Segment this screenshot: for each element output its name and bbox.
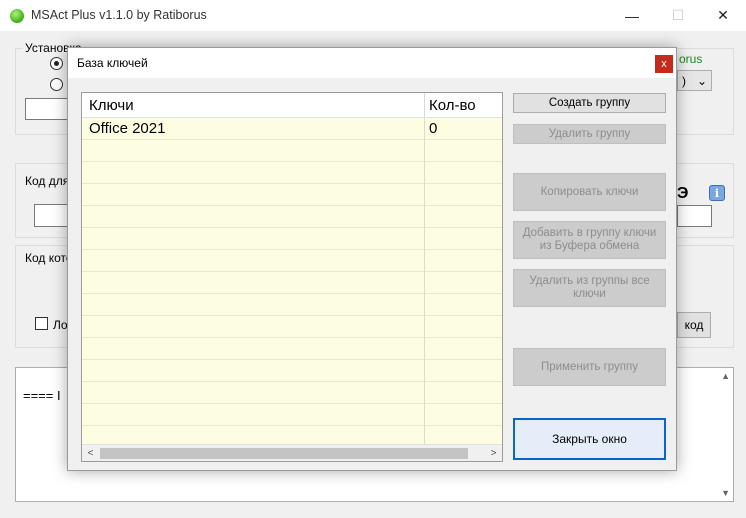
dialog-titlebar: База ключей x bbox=[68, 48, 676, 78]
scroll-left-icon[interactable]: < bbox=[82, 445, 99, 461]
table-row-key[interactable]: Office 2021 bbox=[89, 120, 165, 137]
app-title: MSAct Plus v1.1.0 by Ratiborus bbox=[31, 8, 207, 22]
ratiborus-link[interactable]: orus bbox=[679, 52, 702, 66]
right-input[interactable] bbox=[677, 205, 712, 227]
installation-id-input[interactable] bbox=[34, 204, 69, 227]
log-checkbox-label: Ло bbox=[53, 318, 68, 332]
grid-body: Office 2021 0 bbox=[82, 118, 502, 444]
dialog-close-button[interactable]: x bbox=[655, 55, 673, 73]
chevron-down-icon: ⌄ bbox=[696, 73, 707, 88]
scrollbar-thumb[interactable] bbox=[100, 448, 468, 459]
delete-group-button[interactable]: Удалить группу bbox=[513, 124, 666, 144]
key-database-dialog: База ключей x Ключи Кол-во Office 2021 0… bbox=[67, 47, 677, 471]
close-window-button[interactable]: Закрыть окно bbox=[513, 418, 666, 460]
column-separator bbox=[424, 118, 425, 444]
dialog-title: База ключей bbox=[77, 56, 148, 70]
bold-label-fragment: Э bbox=[677, 185, 689, 202]
get-code-button[interactable]: код bbox=[677, 312, 711, 338]
main-titlebar: MSAct Plus v1.1.0 by Ratiborus — ☐ ✕ bbox=[0, 0, 746, 31]
close-button[interactable]: ✕ bbox=[700, 0, 746, 31]
app-icon bbox=[10, 9, 24, 23]
radio-option-2[interactable] bbox=[50, 78, 63, 91]
column-header-keys[interactable]: Ключи bbox=[89, 97, 134, 114]
grid-header: Ключи Кол-во bbox=[82, 93, 502, 118]
code-for-group-label: Код для bbox=[23, 174, 72, 188]
radio-option-1[interactable] bbox=[50, 57, 63, 70]
apply-group-button[interactable]: Применить группу bbox=[513, 348, 666, 386]
scroll-up-icon[interactable]: ▲ bbox=[721, 371, 730, 381]
create-group-button[interactable]: Создать группу bbox=[513, 93, 666, 113]
maximize-button: ☐ bbox=[671, 7, 685, 23]
key-input[interactable] bbox=[25, 98, 70, 120]
column-separator[interactable] bbox=[424, 93, 425, 117]
get-code-button-label: код bbox=[684, 318, 704, 332]
delete-all-keys-button[interactable]: Удалить из группы все ключи bbox=[513, 269, 666, 307]
info-icon[interactable]: i bbox=[709, 185, 725, 201]
log-checkbox[interactable] bbox=[35, 317, 48, 330]
column-header-count[interactable]: Кол-во bbox=[429, 97, 476, 114]
minimize-button[interactable]: — bbox=[609, 0, 655, 31]
horizontal-scrollbar[interactable]: < > bbox=[82, 444, 502, 461]
edition-combo[interactable]: ) ⌄ bbox=[677, 70, 712, 91]
table-row-count[interactable]: 0 bbox=[429, 120, 437, 137]
add-from-clipboard-button[interactable]: Добавить в группу ключи из Буфера обмена bbox=[513, 221, 666, 259]
log-text: ==== I bbox=[23, 388, 61, 403]
scroll-right-icon[interactable]: > bbox=[485, 445, 502, 461]
keys-grid[interactable]: Ключи Кол-во Office 2021 0 < > bbox=[81, 92, 503, 462]
edition-combo-value: ) bbox=[682, 73, 686, 88]
scroll-down-icon[interactable]: ▼ bbox=[721, 488, 730, 498]
copy-keys-button[interactable]: Копировать ключи bbox=[513, 173, 666, 211]
